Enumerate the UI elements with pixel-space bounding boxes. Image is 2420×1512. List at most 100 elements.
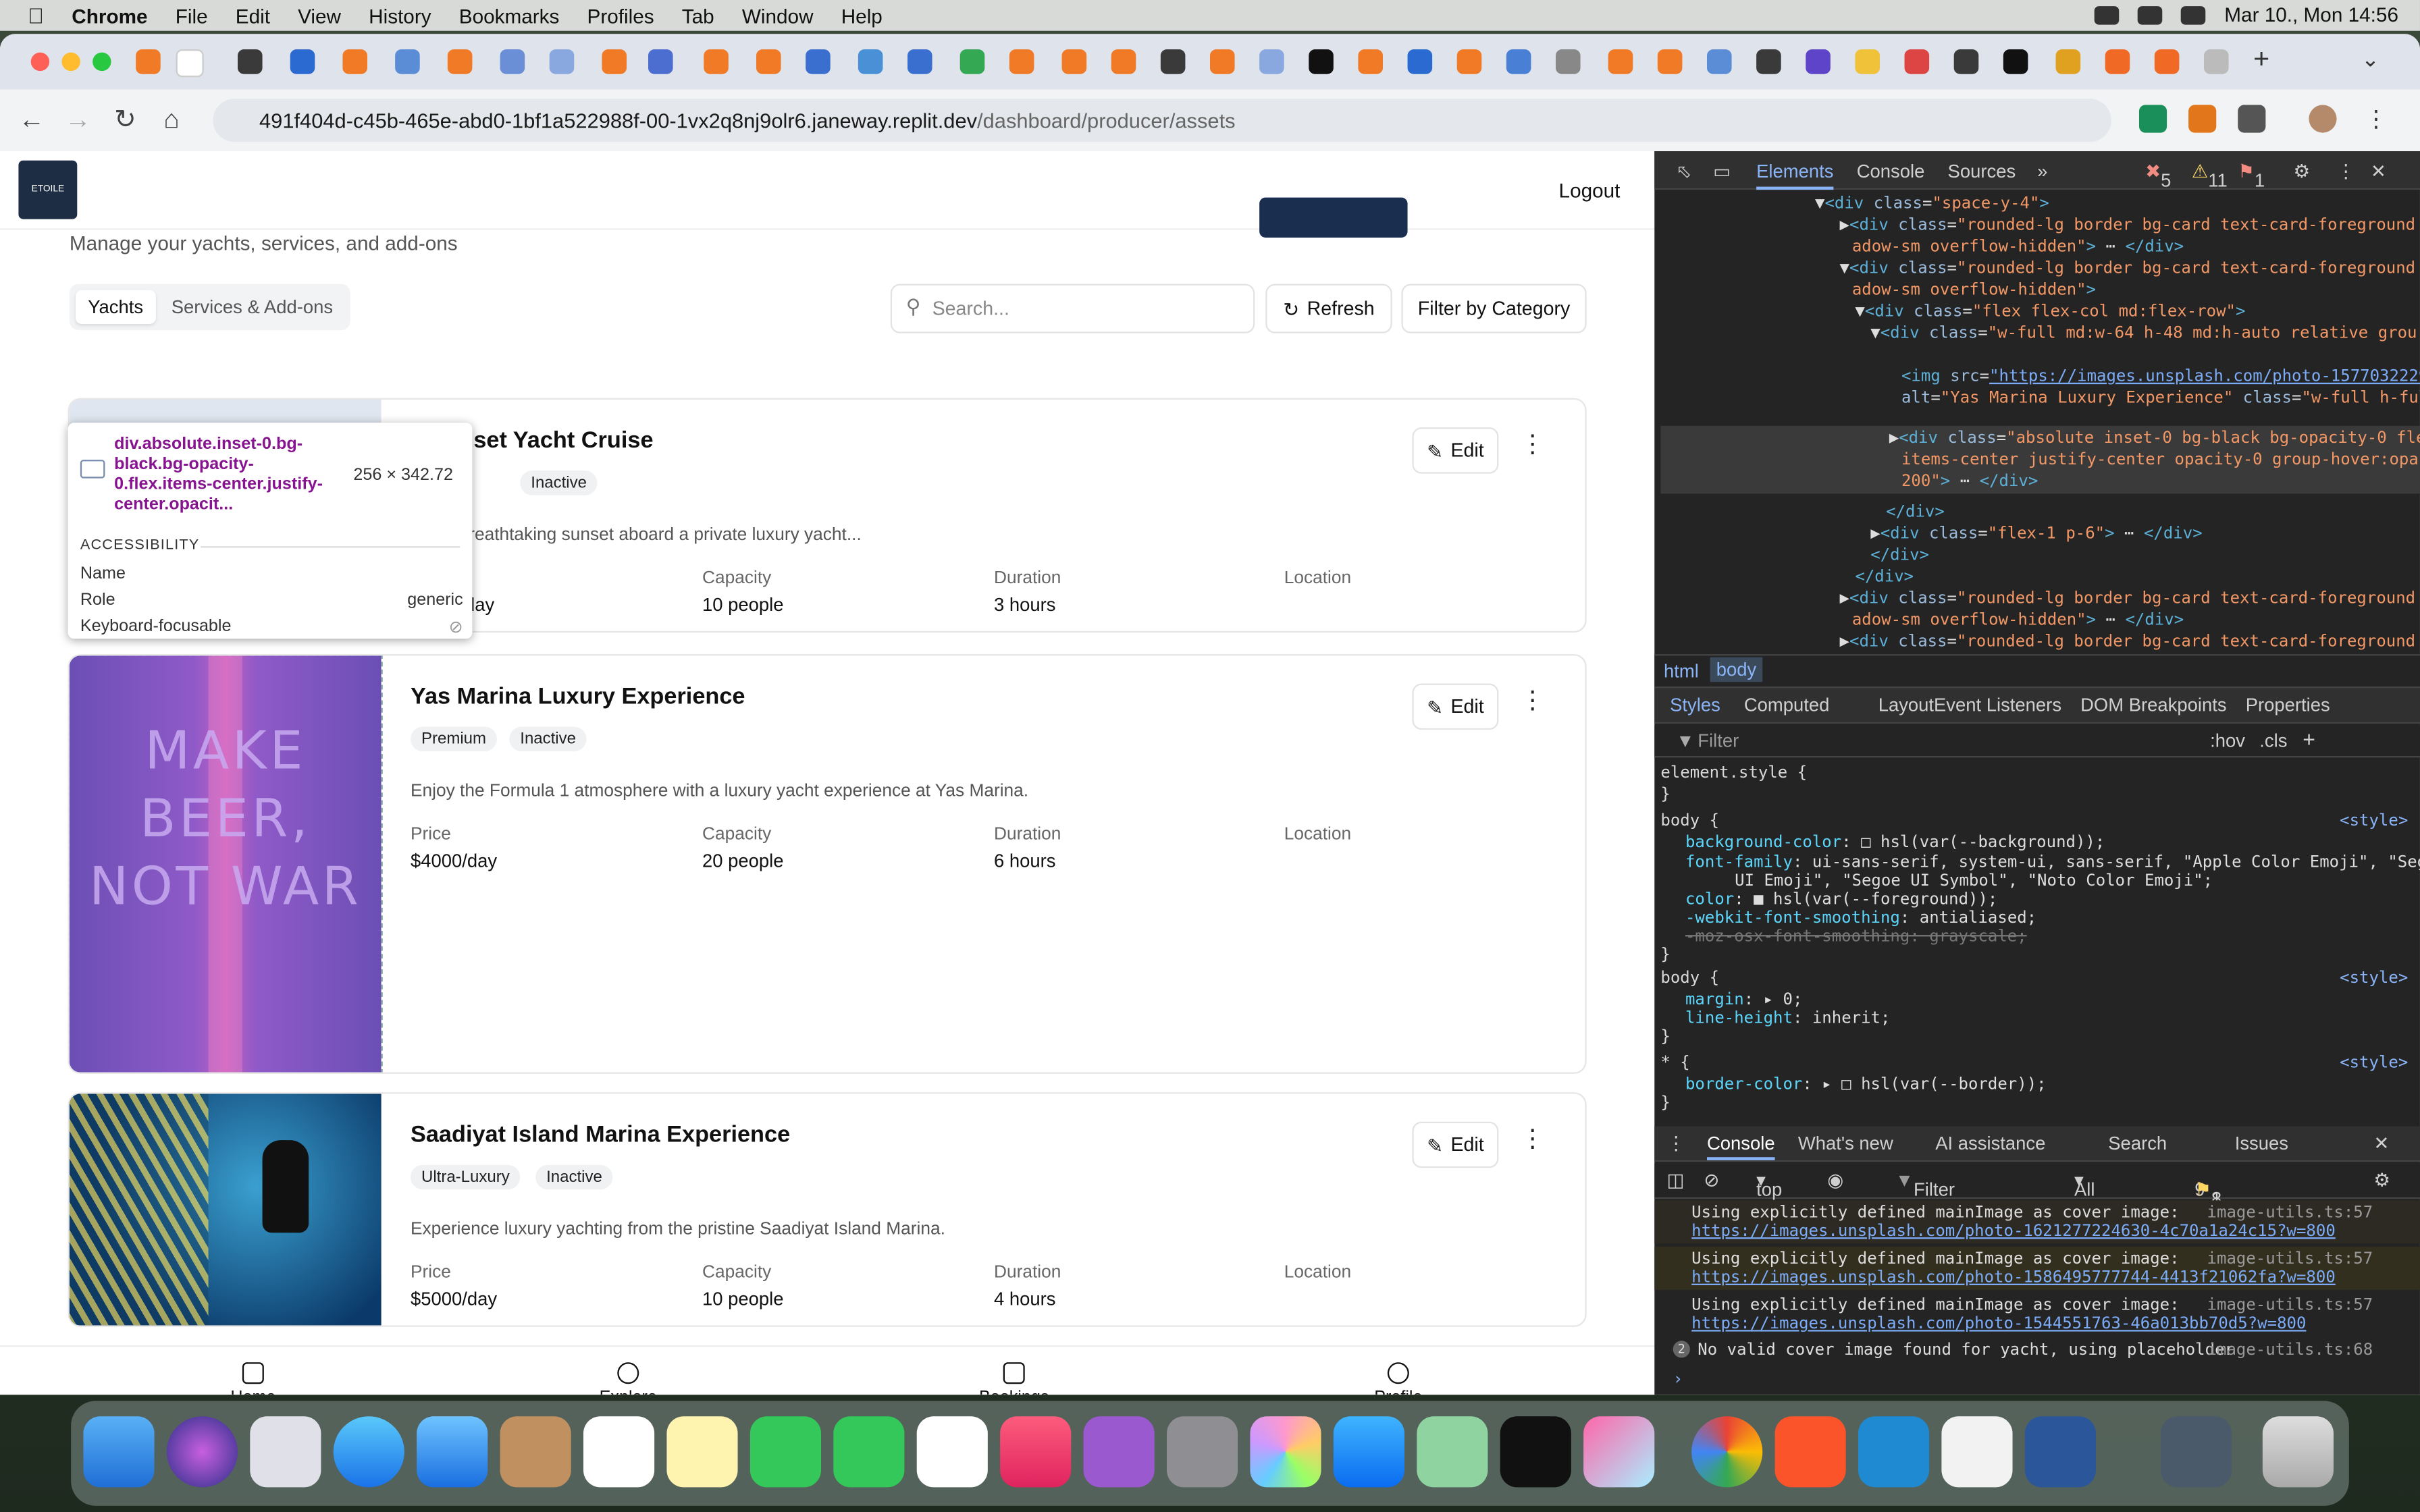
tab-favicon[interactable] (2105, 49, 2130, 74)
tab-sources[interactable]: Sources (1948, 161, 2016, 182)
tab-favicon[interactable] (500, 49, 525, 74)
add-rule-icon[interactable]: + (2303, 727, 2315, 752)
control-center-icon[interactable] (2181, 5, 2206, 24)
search-input[interactable]: ⚲ Search... (890, 284, 1255, 333)
style-decl[interactable]: font-family: ui-sans-serif, system-ui, s… (1685, 853, 2420, 871)
messages-icon[interactable] (833, 1416, 905, 1488)
tab-favicon[interactable] (1009, 49, 1034, 74)
console-filter-input[interactable]: ▼ Filter (1895, 1170, 1955, 1201)
apple-icon[interactable]:  (28, 3, 44, 28)
tab-favicon[interactable] (806, 49, 831, 74)
tab-favicon[interactable] (290, 49, 315, 74)
tab-favicon[interactable] (136, 49, 161, 74)
tab-elements[interactable]: Elements (1756, 161, 1834, 190)
active-tab[interactable] (176, 49, 204, 78)
tab-favicon[interactable] (1855, 49, 1880, 74)
photos-icon[interactable] (1250, 1416, 1321, 1488)
menu-help[interactable]: Help (841, 4, 883, 27)
tab-styles[interactable]: Styles (1670, 695, 1720, 716)
tab-favicon[interactable] (1608, 49, 1633, 74)
style-decl[interactable]: border-color: ▸ □ hsl(var(--border)); (1685, 1075, 2420, 1094)
chrome-menu-icon[interactable]: ⋮ (2365, 105, 2388, 133)
trash-icon[interactable] (2262, 1416, 2334, 1488)
profile-avatar[interactable] (2309, 105, 2337, 133)
menu-view[interactable]: View (298, 4, 341, 27)
tab-favicon[interactable] (549, 49, 575, 74)
inspect-icon[interactable]: ⬁ (1676, 161, 1691, 182)
console-source[interactable]: image-utils.ts:57 (2207, 1204, 2420, 1222)
menu-window[interactable]: Window (742, 4, 814, 27)
tab-favicon[interactable] (1309, 49, 1334, 74)
tab-favicon[interactable] (907, 49, 932, 74)
style-decl[interactable]: margin: ▸ 0; (1685, 990, 2420, 1008)
tab-favicon[interactable] (342, 49, 367, 74)
clear-console-icon[interactable]: ⊘ (1704, 1170, 1719, 1191)
tab-layout[interactable]: Layout (1878, 695, 1934, 716)
console-prompt[interactable]: › (1673, 1370, 2420, 1388)
tab-favicon[interactable] (395, 49, 420, 74)
downloads-stack-icon[interactable] (2160, 1416, 2232, 1488)
cls-toggle[interactable]: .cls (2259, 730, 2287, 751)
console-settings-icon[interactable]: ⚙ (2373, 1170, 2390, 1191)
console-source[interactable]: image-utils.ts:57 (2207, 1249, 2420, 1268)
menu-app-chrome[interactable]: Chrome (72, 4, 147, 27)
menu-edit[interactable]: Edit (236, 4, 270, 27)
edit-button[interactable]: ✎ Edit (1412, 683, 1499, 730)
tab-computed[interactable]: Computed (1744, 695, 1830, 716)
nav-bookings[interactable]: Bookings (968, 1362, 1060, 1395)
hov-toggle[interactable]: :hov (2210, 730, 2245, 751)
tab-favicon[interactable] (1259, 49, 1284, 74)
live-expression-icon[interactable]: ◉ (1827, 1170, 1843, 1191)
tab-dom-breakpoints[interactable]: DOM Breakpoints (2080, 695, 2226, 716)
facetime-icon[interactable] (749, 1416, 821, 1488)
devtools-menu-icon[interactable]: ⋮ (2337, 161, 2355, 182)
menu-file[interactable]: File (176, 4, 208, 27)
brand-logo[interactable]: ETOILE (18, 160, 78, 219)
word-icon[interactable] (2024, 1416, 2096, 1488)
chrome-icon[interactable] (1691, 1416, 1763, 1488)
tab-event-listeners[interactable]: Event Listeners (1934, 695, 2061, 716)
more-options-icon[interactable]: ⋮ (1520, 689, 1545, 715)
tab-favicon[interactable] (704, 49, 729, 74)
safari-icon[interactable] (333, 1416, 404, 1488)
edit-button[interactable]: ✎ Edit (1412, 427, 1499, 474)
menu-profiles[interactable]: Profiles (587, 4, 654, 27)
dom-node[interactable]: <img src="https://images.unsplash.com/ph… (1901, 367, 2420, 385)
tab-favicon[interactable] (1407, 49, 1433, 74)
dom-node[interactable]: ▶<div class="rounded-lg border bg-card t… (1840, 632, 2420, 651)
tab-yachts[interactable]: Yachts (75, 290, 156, 324)
metamask-icon[interactable] (2188, 105, 2217, 133)
tab-favicon[interactable] (1706, 49, 1732, 74)
tab-favicon[interactable] (2154, 49, 2180, 74)
dom-node[interactable]: ▼<div class="rounded-lg border bg-card t… (1840, 259, 2420, 277)
dom-node[interactable]: ▶<div class="rounded-lg border bg-card t… (1840, 589, 2420, 608)
menu-tab[interactable]: Tab (682, 4, 714, 27)
app-store-icon[interactable] (1333, 1416, 1404, 1488)
tab-services-addons[interactable]: Services & Add-ons (159, 290, 345, 324)
more-tabs-icon[interactable]: » (2037, 161, 2047, 182)
drawer-menu-icon[interactable]: ⋮ (1667, 1133, 1685, 1154)
calendar-icon[interactable] (583, 1416, 655, 1488)
tab-favicon[interactable] (1555, 49, 1581, 74)
tab-favicon[interactable] (756, 49, 781, 74)
log-levels-select[interactable]: All levels ▾ (2074, 1170, 2122, 1222)
drawer-tab-ai-assistance[interactable]: AI assistance (1935, 1133, 2045, 1154)
close-drawer-icon[interactable]: ✕ (2373, 1133, 2389, 1154)
minimize-window-button[interactable] (61, 52, 80, 72)
apple-tv-icon[interactable] (1500, 1416, 1571, 1488)
address-bar[interactable]: 491f404d-c45b-465e-abd0-1bf1a522988f-00-… (213, 99, 2111, 142)
tab-favicon[interactable] (1456, 49, 1482, 74)
tab-favicon[interactable] (959, 49, 985, 74)
close-window-button[interactable] (30, 52, 50, 72)
yacht-image[interactable] (69, 1094, 382, 1326)
close-devtools-icon[interactable]: ✕ (2371, 161, 2386, 182)
context-select[interactable]: top ▾ (1756, 1170, 1782, 1201)
styles-filter-input[interactable]: Filter (1698, 730, 1739, 751)
zoom-window-button[interactable] (93, 52, 111, 72)
dom-node[interactable]: ▼<div class="w-full md:w-64 h-48 md:h-au… (1870, 324, 2420, 342)
style-decl[interactable]: line-height: inherit; (1685, 1009, 2420, 1027)
tab-favicon[interactable] (858, 49, 883, 74)
home-icon[interactable]: ⌂ (163, 105, 179, 136)
contacts-icon[interactable] (500, 1416, 571, 1488)
reload-icon[interactable]: ↻ (114, 105, 136, 136)
